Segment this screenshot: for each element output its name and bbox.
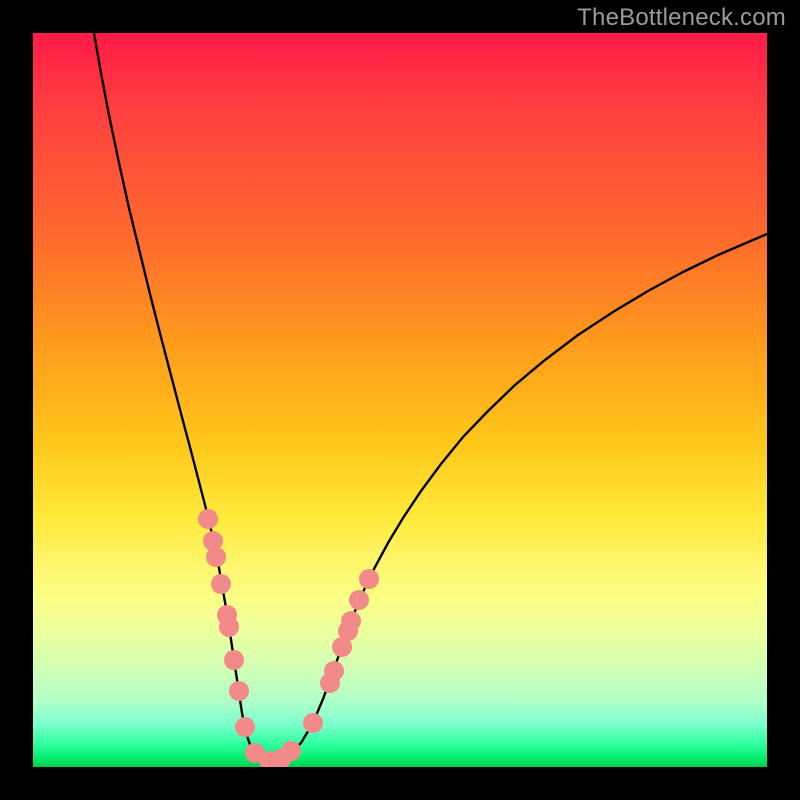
gradient-background xyxy=(33,33,767,767)
chart-frame: TheBottleneck.com xyxy=(0,0,800,800)
plot-area xyxy=(33,33,767,767)
watermark-text: TheBottleneck.com xyxy=(577,4,786,32)
